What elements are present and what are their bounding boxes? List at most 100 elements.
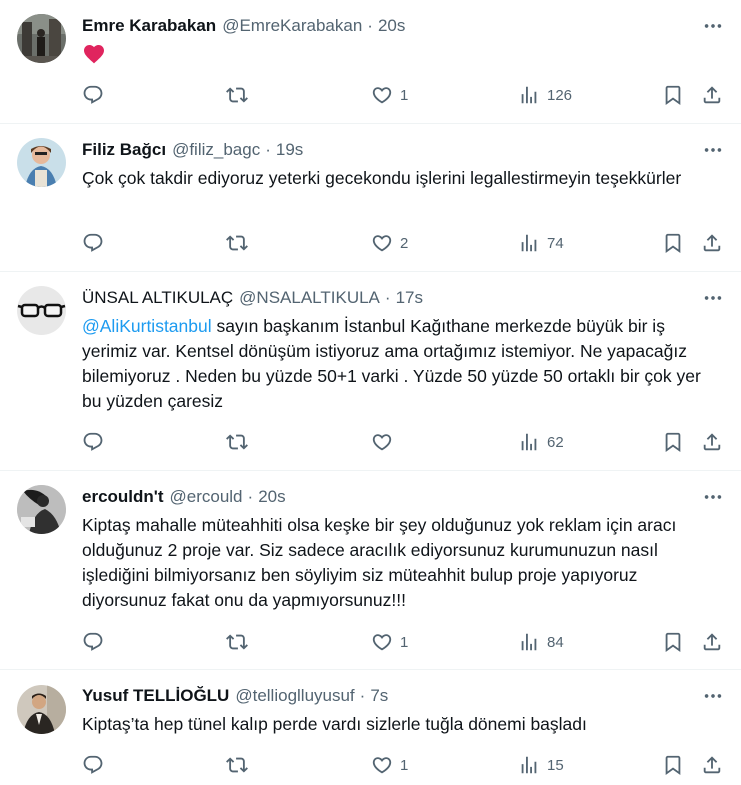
display-name[interactable]: Filiz Bağcı [82,140,166,160]
retweet-icon [226,431,248,453]
avatar[interactable] [17,485,66,534]
reply-button[interactable] [82,629,104,655]
retweet-button[interactable] [226,82,248,108]
like-count: 2 [400,234,409,252]
user-handle[interactable]: @tellioglluyusuf [235,686,354,706]
avatar[interactable] [17,685,66,734]
action-bar: 1 126 [82,82,727,108]
user-handle[interactable]: @NSALALTIKULA [239,288,380,308]
reply-button[interactable] [82,82,104,108]
more-icon[interactable] [699,486,727,508]
display-name[interactable]: Yusuf TELLİOĞLU [82,686,229,706]
tweet-header: ÜNSAL ALTIKULAÇ @NSALALTIKULA · 17s [82,287,681,309]
timestamp[interactable]: 17s [396,288,423,308]
heart-icon [371,431,393,453]
bookmark-icon [662,84,684,106]
tweet-text: Kiptaş mahalle müteahhiti olsa keşke bir… [82,515,677,610]
separator: · [247,487,254,506]
mention-link[interactable]: @AliKurtistanbul [82,316,212,336]
like-count: 1 [400,756,409,774]
views-icon [518,631,540,653]
share-button[interactable] [701,230,723,256]
avatar[interactable] [17,14,66,63]
avatar[interactable] [17,138,66,187]
bookmark-button[interactable] [662,82,684,108]
retweet-button[interactable] [226,230,248,256]
action-bar: 2 74 [82,230,727,256]
separator: · [265,140,271,159]
tweet-text: Çok çok takdir ediyoruz yeterki gecekond… [82,168,682,188]
red-heart-emoji [82,42,106,66]
more-icon[interactable] [699,139,727,161]
action-bar: 1 15 [82,752,727,778]
reply-tweet[interactable]: ÜNSAL ALTIKULAÇ @NSALALTIKULA · 17s @Ali… [0,272,741,471]
views-button[interactable]: 84 [518,629,564,655]
retweet-button[interactable] [226,752,248,778]
reply-tweet[interactable]: Emre Karabakan @EmreKarabakan · 20s 1 12… [0,0,741,124]
more-icon[interactable] [699,15,727,37]
display-name[interactable]: Emre Karabakan [82,16,216,36]
bookmark-button[interactable] [662,230,684,256]
retweet-icon [226,232,248,254]
share-button[interactable] [701,82,723,108]
heart-icon [371,631,393,653]
share-button[interactable] [701,752,723,778]
share-button[interactable] [701,629,723,655]
like-count: 1 [400,86,409,104]
bookmark-button[interactable] [662,629,684,655]
like-button[interactable]: 1 [371,752,408,778]
timestamp[interactable]: 19s [276,140,303,160]
views-button[interactable]: 74 [518,230,564,256]
separator: · [367,16,373,35]
bookmark-button[interactable] [662,429,684,455]
user-handle[interactable]: @ercould [170,487,243,507]
tweet-text: @AliKurtistanbul sayın başkanım İstanbul… [82,314,713,414]
views-button[interactable]: 126 [518,82,572,108]
bookmark-button[interactable] [662,752,684,778]
views-icon [518,431,540,453]
reply-button[interactable] [82,752,104,778]
retweet-button[interactable] [226,629,248,655]
retweet-button[interactable] [226,429,248,455]
reply-button[interactable] [82,429,104,455]
reply-button[interactable] [82,230,104,256]
views-icon [518,754,540,776]
user-handle[interactable]: @filiz_bagc [172,140,260,160]
share-icon [701,232,723,254]
view-count: 74 [547,234,564,252]
timestamp[interactable]: 20s [378,16,405,36]
more-icon[interactable] [699,685,727,707]
reply-tweet[interactable]: ercouldn't @ercould · 20s Kiptaş mahalle… [0,471,741,670]
heart-icon [371,232,393,254]
views-button[interactable]: 15 [518,752,564,778]
timestamp[interactable]: 7s [370,686,388,706]
like-button[interactable]: 2 [371,230,408,256]
display-name[interactable]: ÜNSAL ALTIKULAÇ [82,288,233,308]
bookmark-icon [662,431,684,453]
like-button[interactable] [371,429,400,455]
heart-icon [371,84,393,106]
views-icon [518,84,540,106]
avatar[interactable] [17,286,66,335]
like-button[interactable]: 1 [371,629,408,655]
timestamp[interactable]: 20s [258,487,285,507]
reply-tweet[interactable]: Yusuf TELLİOĞLU @tellioglluyusuf · 7s Ki… [0,670,741,785]
like-button[interactable]: 1 [371,82,408,108]
tweet-text: Kiptaş’ta hep tünel kalıp perde vardı si… [82,714,587,734]
retweet-icon [226,631,248,653]
tweet-header: Emre Karabakan @EmreKarabakan · 20s [82,15,681,37]
bookmark-icon [662,754,684,776]
user-handle[interactable]: @EmreKarabakan [222,16,362,36]
share-button[interactable] [701,429,723,455]
view-count: 126 [547,86,573,104]
reply-icon [82,631,104,653]
share-icon [701,631,723,653]
more-icon[interactable] [699,287,727,309]
views-button[interactable]: 62 [518,429,564,455]
reply-tweet[interactable]: Filiz Bağcı @filiz_bagc · 19s Çok çok ta… [0,124,741,272]
display-name[interactable]: ercouldn't [82,487,164,507]
heart-icon [371,754,393,776]
reply-icon [82,84,104,106]
view-count: 62 [547,433,564,451]
share-icon [701,754,723,776]
